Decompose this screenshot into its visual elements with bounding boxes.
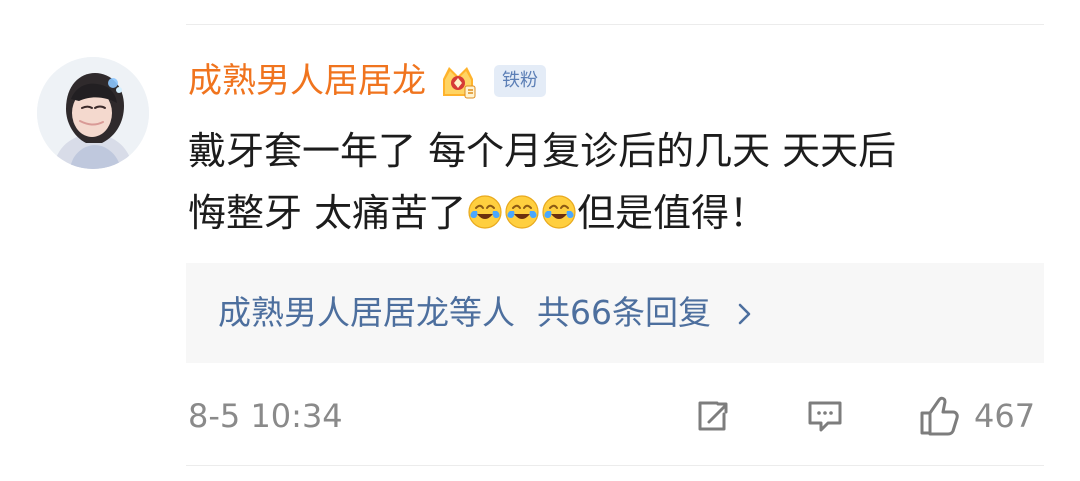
repost-icon: [690, 395, 732, 437]
laughing-crying-emoji-icon: [467, 186, 503, 229]
timestamp: 8-5 10:34: [188, 397, 343, 435]
top-divider: [186, 24, 1044, 25]
author-name[interactable]: 成熟男人居居龙: [188, 56, 426, 106]
crown-vip-icon: [436, 59, 480, 103]
comment-footer: 8-5 10:34 467: [188, 390, 1044, 442]
author-row: 成熟男人居居龙 铁粉: [188, 56, 546, 106]
repost-button[interactable]: [690, 390, 732, 442]
laughing-crying-emoji-icon: [541, 186, 577, 229]
reply-etc-label: 等人: [449, 293, 515, 332]
reply-count-link[interactable]: 共66条回复: [537, 293, 711, 332]
comment-button[interactable]: [804, 390, 846, 442]
comment-line-2-ending: 但是值得！: [577, 191, 768, 235]
avatar[interactable]: [37, 57, 149, 169]
comment-text: 戴牙套一年了 每个月复诊后的几天 天天后 悔整牙 太痛苦了 但是值得！: [188, 120, 1048, 244]
laughing-crying-emoji-icon: [504, 186, 540, 229]
iron-fan-badge: 铁粉: [494, 65, 546, 97]
comment-bubble-icon: [804, 395, 846, 437]
comment-line-1: 戴牙套一年了 每个月复诊后的几天 天天后: [188, 129, 897, 173]
comment-line-2: 悔整牙 太痛苦了 但是值得！: [188, 182, 1048, 244]
chevron-right-icon: [738, 265, 752, 325]
reply-summary[interactable]: 成熟男人居居龙等人 共66条回复: [218, 263, 752, 363]
reply-preview-box[interactable]: 成熟男人居居龙等人 共66条回复: [186, 263, 1044, 363]
like-count: 467: [974, 397, 1036, 435]
thumbs-up-icon: [914, 392, 962, 440]
comment-line-2-text: 悔整牙 太痛苦了: [188, 191, 467, 235]
reply-user-name[interactable]: 成熟男人居居龙: [218, 293, 449, 332]
like-button[interactable]: 467: [914, 390, 1035, 442]
bottom-divider: [186, 465, 1044, 466]
